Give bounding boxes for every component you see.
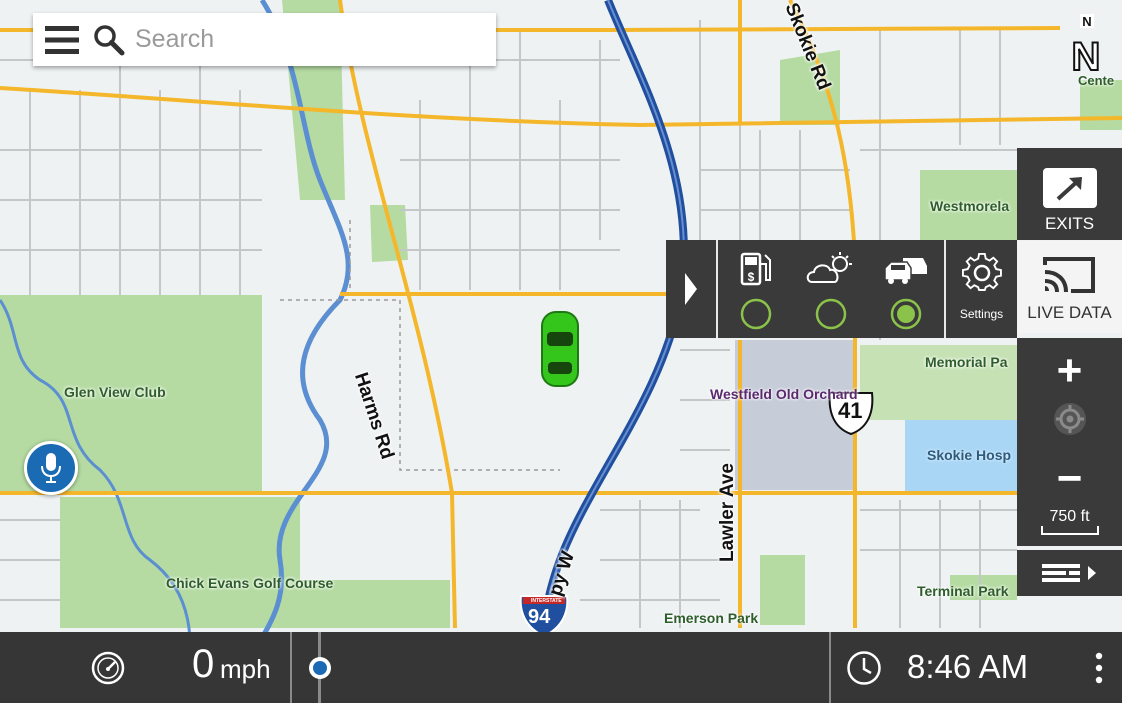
speedometer-icon <box>91 651 125 685</box>
live-data-button[interactable]: LIVE DATA <box>1017 241 1122 333</box>
radio-button-selected[interactable] <box>889 297 923 331</box>
live-data-settings-button[interactable]: Settings <box>946 240 1017 338</box>
map-scale-label: 750 ft <box>1049 508 1090 525</box>
status-divider <box>290 632 292 703</box>
cast-icon <box>1043 257 1095 293</box>
map-scale-bar <box>1041 526 1099 535</box>
vehicle-position-marker <box>541 311 579 387</box>
settings-label: Settings <box>959 307 1004 321</box>
gear-icon <box>962 252 1002 291</box>
map-layers-button[interactable] <box>1017 550 1122 596</box>
weather-icon <box>806 252 852 283</box>
exit-arrow-icon <box>1043 168 1097 208</box>
map-label-westfield-old-orchard: Westfield Old Orchard <box>710 386 858 402</box>
radio-button[interactable] <box>814 297 848 331</box>
exits-label: EXITS <box>1044 214 1095 233</box>
speed-value: 0 <box>192 642 215 686</box>
map-label-glen-view-club: Glen View Club <box>64 384 166 400</box>
collapse-popup-button[interactable] <box>666 240 716 338</box>
search-bar <box>33 13 496 66</box>
interstate-word: INTERSTATE <box>531 598 562 604</box>
map-label-skokie-hospital: Skokie Hosp <box>927 447 1012 463</box>
traffic-icon <box>884 258 927 284</box>
map-label-memorial-park: Memorial Pa <box>925 354 1008 370</box>
us-route-number: 41 <box>838 398 863 423</box>
more-options-icon[interactable] <box>1092 652 1106 684</box>
traffic-toggle[interactable] <box>869 240 944 338</box>
fuel-price-toggle[interactable]: $ <box>719 240 794 338</box>
search-icon[interactable] <box>91 13 127 66</box>
search-input[interactable] <box>135 19 475 60</box>
radio-button[interactable] <box>739 297 773 331</box>
exits-button[interactable]: EXITS <box>1017 148 1122 240</box>
clock-icon <box>847 651 881 685</box>
trip-progress-marker[interactable] <box>309 657 331 679</box>
fuel-price-icon: $ <box>740 252 771 286</box>
live-data-popup: $ Settings <box>666 240 1017 338</box>
svg-text:$: $ <box>748 270 755 284</box>
microphone-icon <box>41 453 61 483</box>
live-data-label: LIVE DATA <box>1027 303 1112 322</box>
recenter-button[interactable] <box>1052 401 1088 437</box>
compass-button[interactable]: N N <box>1066 10 1106 80</box>
zoom-controls: + − 750 ft <box>1017 338 1122 546</box>
map-label-chick-evans-golf-course: Chick Evans Golf Course <box>166 575 334 591</box>
clock-time: 8:46 AM <box>907 648 1029 685</box>
chevron-right-icon <box>685 273 697 305</box>
voice-input-button[interactable] <box>24 441 78 495</box>
popup-divider <box>716 240 718 338</box>
map-label-lawler-ave: Lawler Ave <box>717 463 738 562</box>
weather-toggle[interactable] <box>794 240 869 338</box>
hamburger-menu-icon <box>45 25 79 54</box>
speed-unit: mph <box>220 654 271 684</box>
layers-menu-icon <box>1041 564 1096 582</box>
interstate-number: 94 <box>528 606 551 628</box>
map-label-terminal-park: Terminal Park <box>917 583 1009 599</box>
zoom-in-button[interactable]: + <box>1017 346 1122 396</box>
map-label-emerson-park: Emerson Park <box>664 610 759 626</box>
compass-small-letter: N <box>1082 14 1091 29</box>
bottom-status-bar: 0 mph 8:46 AM <box>0 632 1122 703</box>
menu-button[interactable] <box>33 13 91 66</box>
status-divider <box>829 632 831 703</box>
zoom-out-button[interactable]: − <box>1017 454 1122 504</box>
side-panel: EXITS LIVE DATA + − 750 ft <box>1017 148 1122 596</box>
map-label-westmoreland: Westmorela <box>930 198 1010 214</box>
crosshair-icon <box>1054 403 1086 435</box>
compass-north-letter: N <box>1072 35 1101 76</box>
park-area <box>760 555 805 625</box>
